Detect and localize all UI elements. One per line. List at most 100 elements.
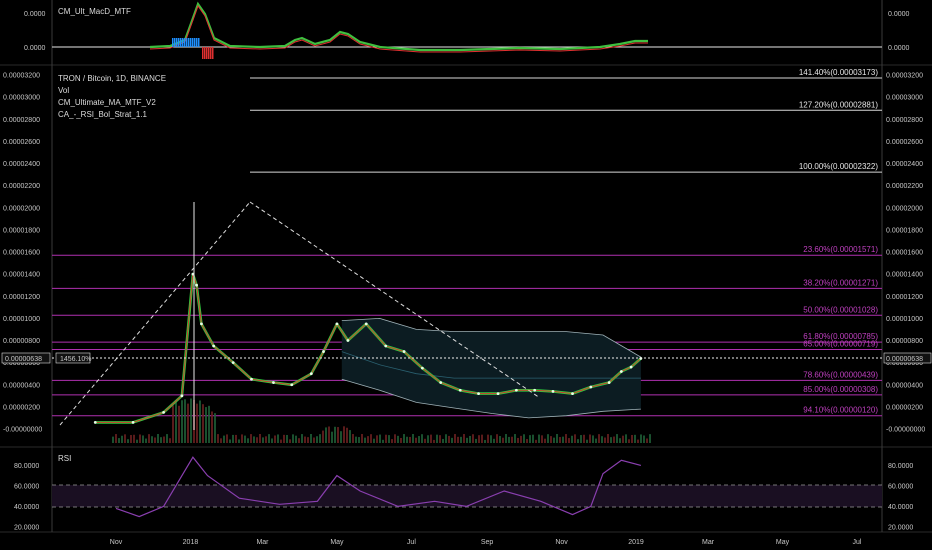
volume-bar [553,437,555,443]
volume-bar [592,435,594,443]
fib-label: 50.00%(0.00001028) [803,305,878,314]
x-axis-label: 2018 [183,539,199,546]
volume-bar [259,434,261,443]
volume-bar [214,413,216,443]
volume-bar [487,434,489,443]
price-point [619,370,623,373]
volume-bar [514,434,516,443]
volume-bar [262,437,264,443]
price-axis-label-right: 0.00002000 [886,205,923,212]
volume-bar [445,434,447,443]
price-point [131,420,135,424]
volume-bar [427,435,429,443]
volume-bar [154,437,156,443]
volume-bar [394,434,396,443]
rsi-axis-label-right: 40.0000 [888,504,913,511]
macd-histogram-bar [206,47,208,59]
volume-bar [547,434,549,443]
rsi-axis-label-right: 20.0000 [888,524,913,531]
volume-bar [187,403,189,443]
volume-bar [589,434,591,443]
volume-bar [271,438,273,443]
macd-right-label-top: 0.0000 [888,11,910,18]
x-axis-label: Mar [702,539,715,546]
volume-bar [436,434,438,443]
volume-bar [151,436,153,443]
volume-bar [343,426,345,443]
price-point [250,377,253,381]
price-axis-label-left: 0.00002400 [3,161,40,168]
fib-label: 23.60%(0.00001571) [803,245,878,254]
volume-bar [328,426,330,443]
bollinger-fill [341,318,641,418]
volume-bar [484,439,486,443]
volume-bar [250,434,252,443]
price-point [162,411,166,414]
price-point [533,388,537,392]
price-point [571,392,574,395]
macd-histogram-bar [196,38,198,47]
volume-bar [349,430,351,443]
volume-bar [304,436,306,443]
volume-bar [244,435,246,443]
volume-bar [574,434,576,443]
trading-chart[interactable]: CM_Ult_MacD_MTF 0.0000 0.0000 0.0000 0.0… [0,0,932,550]
volume-bar [508,436,510,443]
volume-bar [541,435,543,443]
price-point [364,322,368,326]
macd-left-label-top: 0.0000 [24,11,46,18]
volume-bar [130,435,132,443]
price-axis-label-right: 0.00001200 [886,294,923,301]
macd-signal-line [149,4,648,53]
volume-bar [631,434,633,443]
macd-histogram-bar [174,38,176,47]
volume-bar [241,434,243,443]
volume-bar [640,434,642,443]
volume-bar [478,435,480,443]
volume-bar [229,439,231,443]
price-axis-label-right: 0.00001600 [886,250,923,257]
x-axis-label: Jul [852,539,861,546]
price-axis-label-right: 0.00000800 [886,338,923,345]
volume-bar [448,435,450,443]
volume-bar [331,431,333,443]
volume-bar [607,434,609,443]
trend-triangle-left [59,201,251,426]
volume-bar [283,434,285,443]
price-point [420,366,424,370]
price-axis-label-right: 0.00002800 [886,117,923,124]
volume-bar [586,439,588,443]
volume-bar [205,407,207,443]
volume-bar [499,436,501,443]
volume-bar [505,434,507,443]
volume-bar [415,437,417,443]
volume-bar [196,403,198,443]
volume-bar [550,436,552,443]
volume-bar [460,436,462,443]
price-point [272,381,275,384]
volume-bar [268,434,270,443]
macd-histogram-bar [172,38,174,47]
volume-bar [139,434,141,443]
current-change-value: 1456.10% [60,356,92,363]
volume-bar [475,438,477,443]
volume-bar [370,434,372,443]
volume-bar [628,439,630,443]
volume-bar [172,405,174,443]
volume-bar [316,436,318,443]
macd-left-label-zero: 0.0000 [24,45,46,52]
volume-bar [502,437,504,443]
volume-bar [643,435,645,443]
fib-label: 78.60%(0.00000439) [803,370,878,379]
volume-bar [385,434,387,443]
macd-histogram-bar [198,38,200,47]
price-point [195,283,198,287]
price-point [231,361,235,365]
macd-pane-label: CM_Ult_MacD_MTF [58,7,131,16]
price-axis-label-right: 0.00002400 [886,161,923,168]
volume-bar [301,434,303,443]
volume-bar [256,437,258,443]
volume-bar [526,439,528,443]
volume-bar [634,434,636,443]
volume-bar [112,436,114,443]
